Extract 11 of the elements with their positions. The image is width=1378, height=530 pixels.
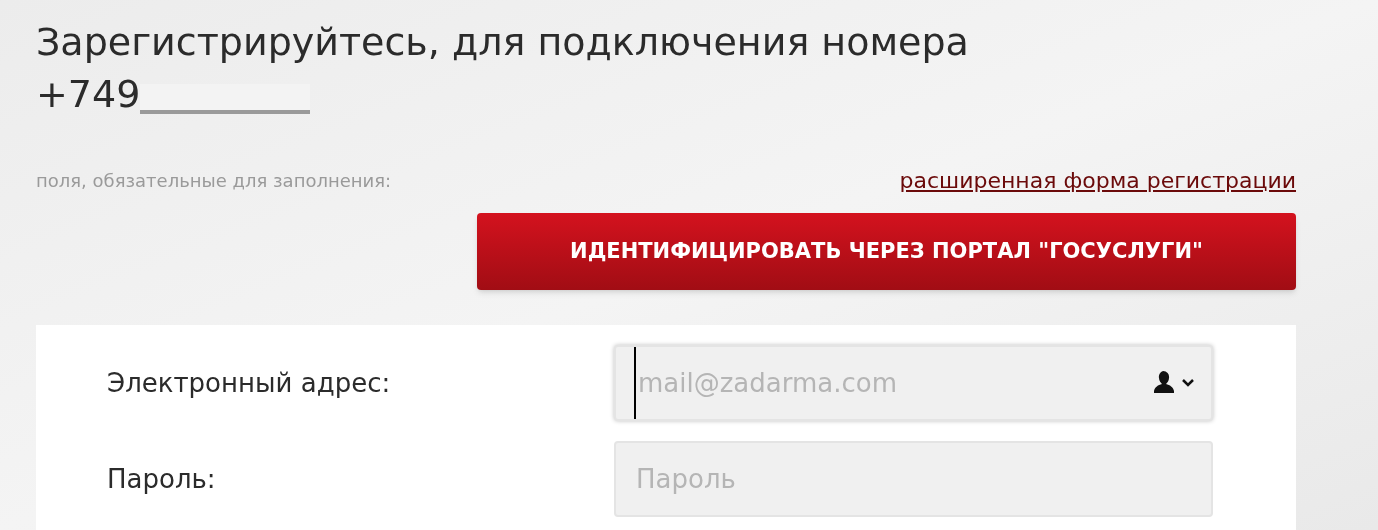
field-label: Пароль: bbox=[107, 462, 217, 496]
required-fields-note: поля, обязательные для заполнения: bbox=[36, 169, 392, 193]
field-label: Электронный адрес: bbox=[107, 366, 392, 400]
email-field[interactable]: mail@zadarma.com bbox=[614, 345, 1213, 421]
page-title: Зарегистрируйтесь, для подключения номера bbox=[36, 19, 970, 66]
password-field[interactable]: Пароль bbox=[614, 441, 1213, 517]
extended-form-link[interactable]: расширенная форма регистрации bbox=[899, 164, 1296, 197]
contact-dropdown-icon[interactable] bbox=[1153, 371, 1197, 395]
text-cursor bbox=[634, 347, 636, 419]
phone-number: +749 bbox=[36, 71, 141, 118]
gosuslugi-button[interactable]: ИДЕНТИФИЦИРОВАТЬ ЧЕРЕЗ ПОРТАЛ "ГОСУСЛУГИ" bbox=[477, 213, 1296, 290]
